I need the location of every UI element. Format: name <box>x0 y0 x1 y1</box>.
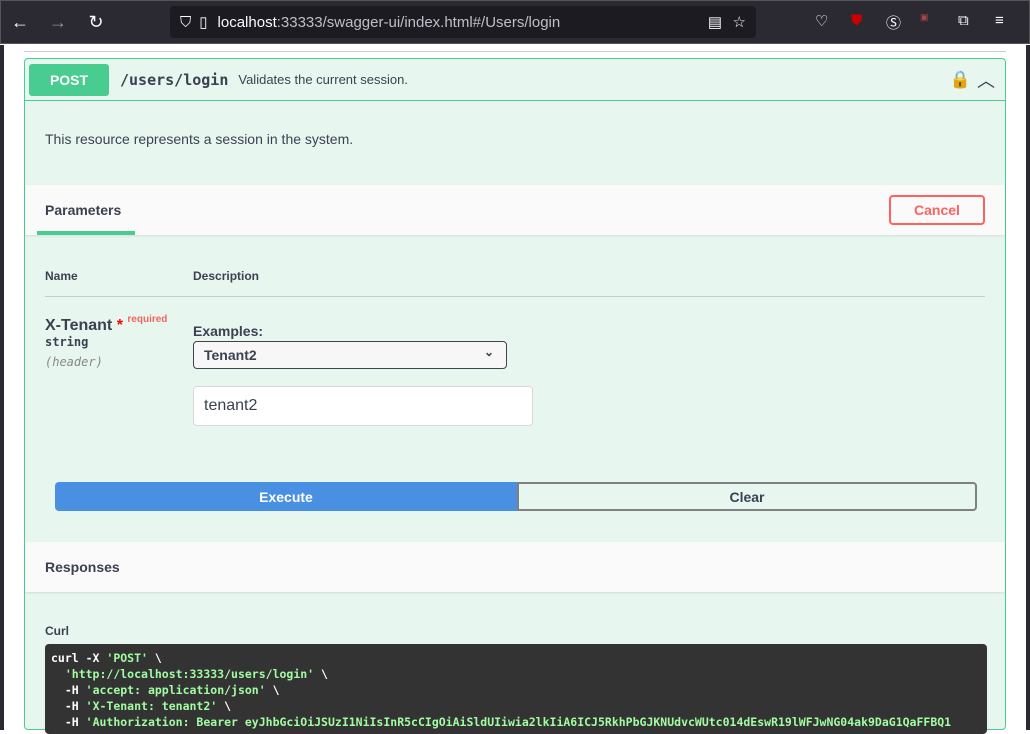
method-badge: POST <box>29 63 109 96</box>
parameters-header: Parameters Cancel <box>25 185 1005 235</box>
chevron-up-icon[interactable]: ︿ <box>977 67 995 93</box>
tab-indicator <box>37 231 135 235</box>
divider <box>45 296 985 297</box>
responses-header: Responses <box>25 542 1005 592</box>
examples-label: Examples: <box>193 323 264 339</box>
clear-button[interactable]: Clear <box>517 482 977 511</box>
cors-extension-icon[interactable]: ▣ <box>920 12 929 23</box>
address-bar[interactable]: ⛉ ▯ localhost:33333/swagger-ui/index.htm… <box>170 6 756 38</box>
x-tenant-input[interactable] <box>193 386 533 426</box>
back-icon[interactable]: ← <box>1 12 39 33</box>
chevron-down-icon: ⌄ <box>483 345 494 359</box>
page-icon: ▯ <box>199 14 208 31</box>
divider <box>24 51 1006 52</box>
reload-icon[interactable]: ↻ <box>77 12 115 33</box>
tab-parameters[interactable]: Parameters <box>45 202 121 218</box>
operation-path: /users/login <box>120 70 229 89</box>
swagger-page: POST /users/login Validates the current … <box>0 45 1030 734</box>
curl-label: Curl <box>45 624 69 638</box>
cancel-button[interactable]: Cancel <box>889 195 985 225</box>
lock-icon[interactable]: 🔒 <box>950 70 971 90</box>
col-description: Description <box>193 269 260 283</box>
url-path: :33333/swagger-ui/index.html#/Users/logi… <box>276 13 561 31</box>
curl-command: curl -X 'POST' \ 'http://localhost:33333… <box>45 644 987 734</box>
operation-description: This resource represents a session in th… <box>45 131 354 147</box>
forward-icon[interactable]: → <box>39 12 77 33</box>
operation-summary-text: Validates the current session. <box>238 72 408 87</box>
reader-icon[interactable]: ▤ <box>708 13 722 31</box>
pocket-icon[interactable]: ♡ <box>815 12 828 30</box>
extensions-icon[interactable]: ⧉ <box>958 12 969 29</box>
menu-icon[interactable]: ≡ <box>995 12 1004 29</box>
responses-title: Responses <box>45 559 120 575</box>
extension-s-icon[interactable]: Ⓢ <box>886 12 901 33</box>
param-in: (header) <box>45 355 103 369</box>
bookmark-star-icon[interactable]: ☆ <box>733 13 746 31</box>
shield-icon: ⛉ <box>180 13 192 31</box>
operation-summary[interactable]: POST /users/login Validates the current … <box>25 59 1005 101</box>
param-name: X-Tenant * required <box>45 314 168 334</box>
examples-select[interactable]: Tenant2 ⌄ <box>193 341 507 369</box>
browser-toolbar: ← → ↻ ⛉ ▯ localhost:33333/swagger-ui/ind… <box>0 0 1030 44</box>
ublock-icon[interactable]: ⛊ <box>851 12 862 29</box>
url-host: localhost <box>217 13 277 31</box>
param-type: string <box>45 335 89 349</box>
execute-button[interactable]: Execute <box>55 482 517 511</box>
col-name: Name <box>45 269 78 283</box>
operation-block: POST /users/login Validates the current … <box>24 58 1006 734</box>
